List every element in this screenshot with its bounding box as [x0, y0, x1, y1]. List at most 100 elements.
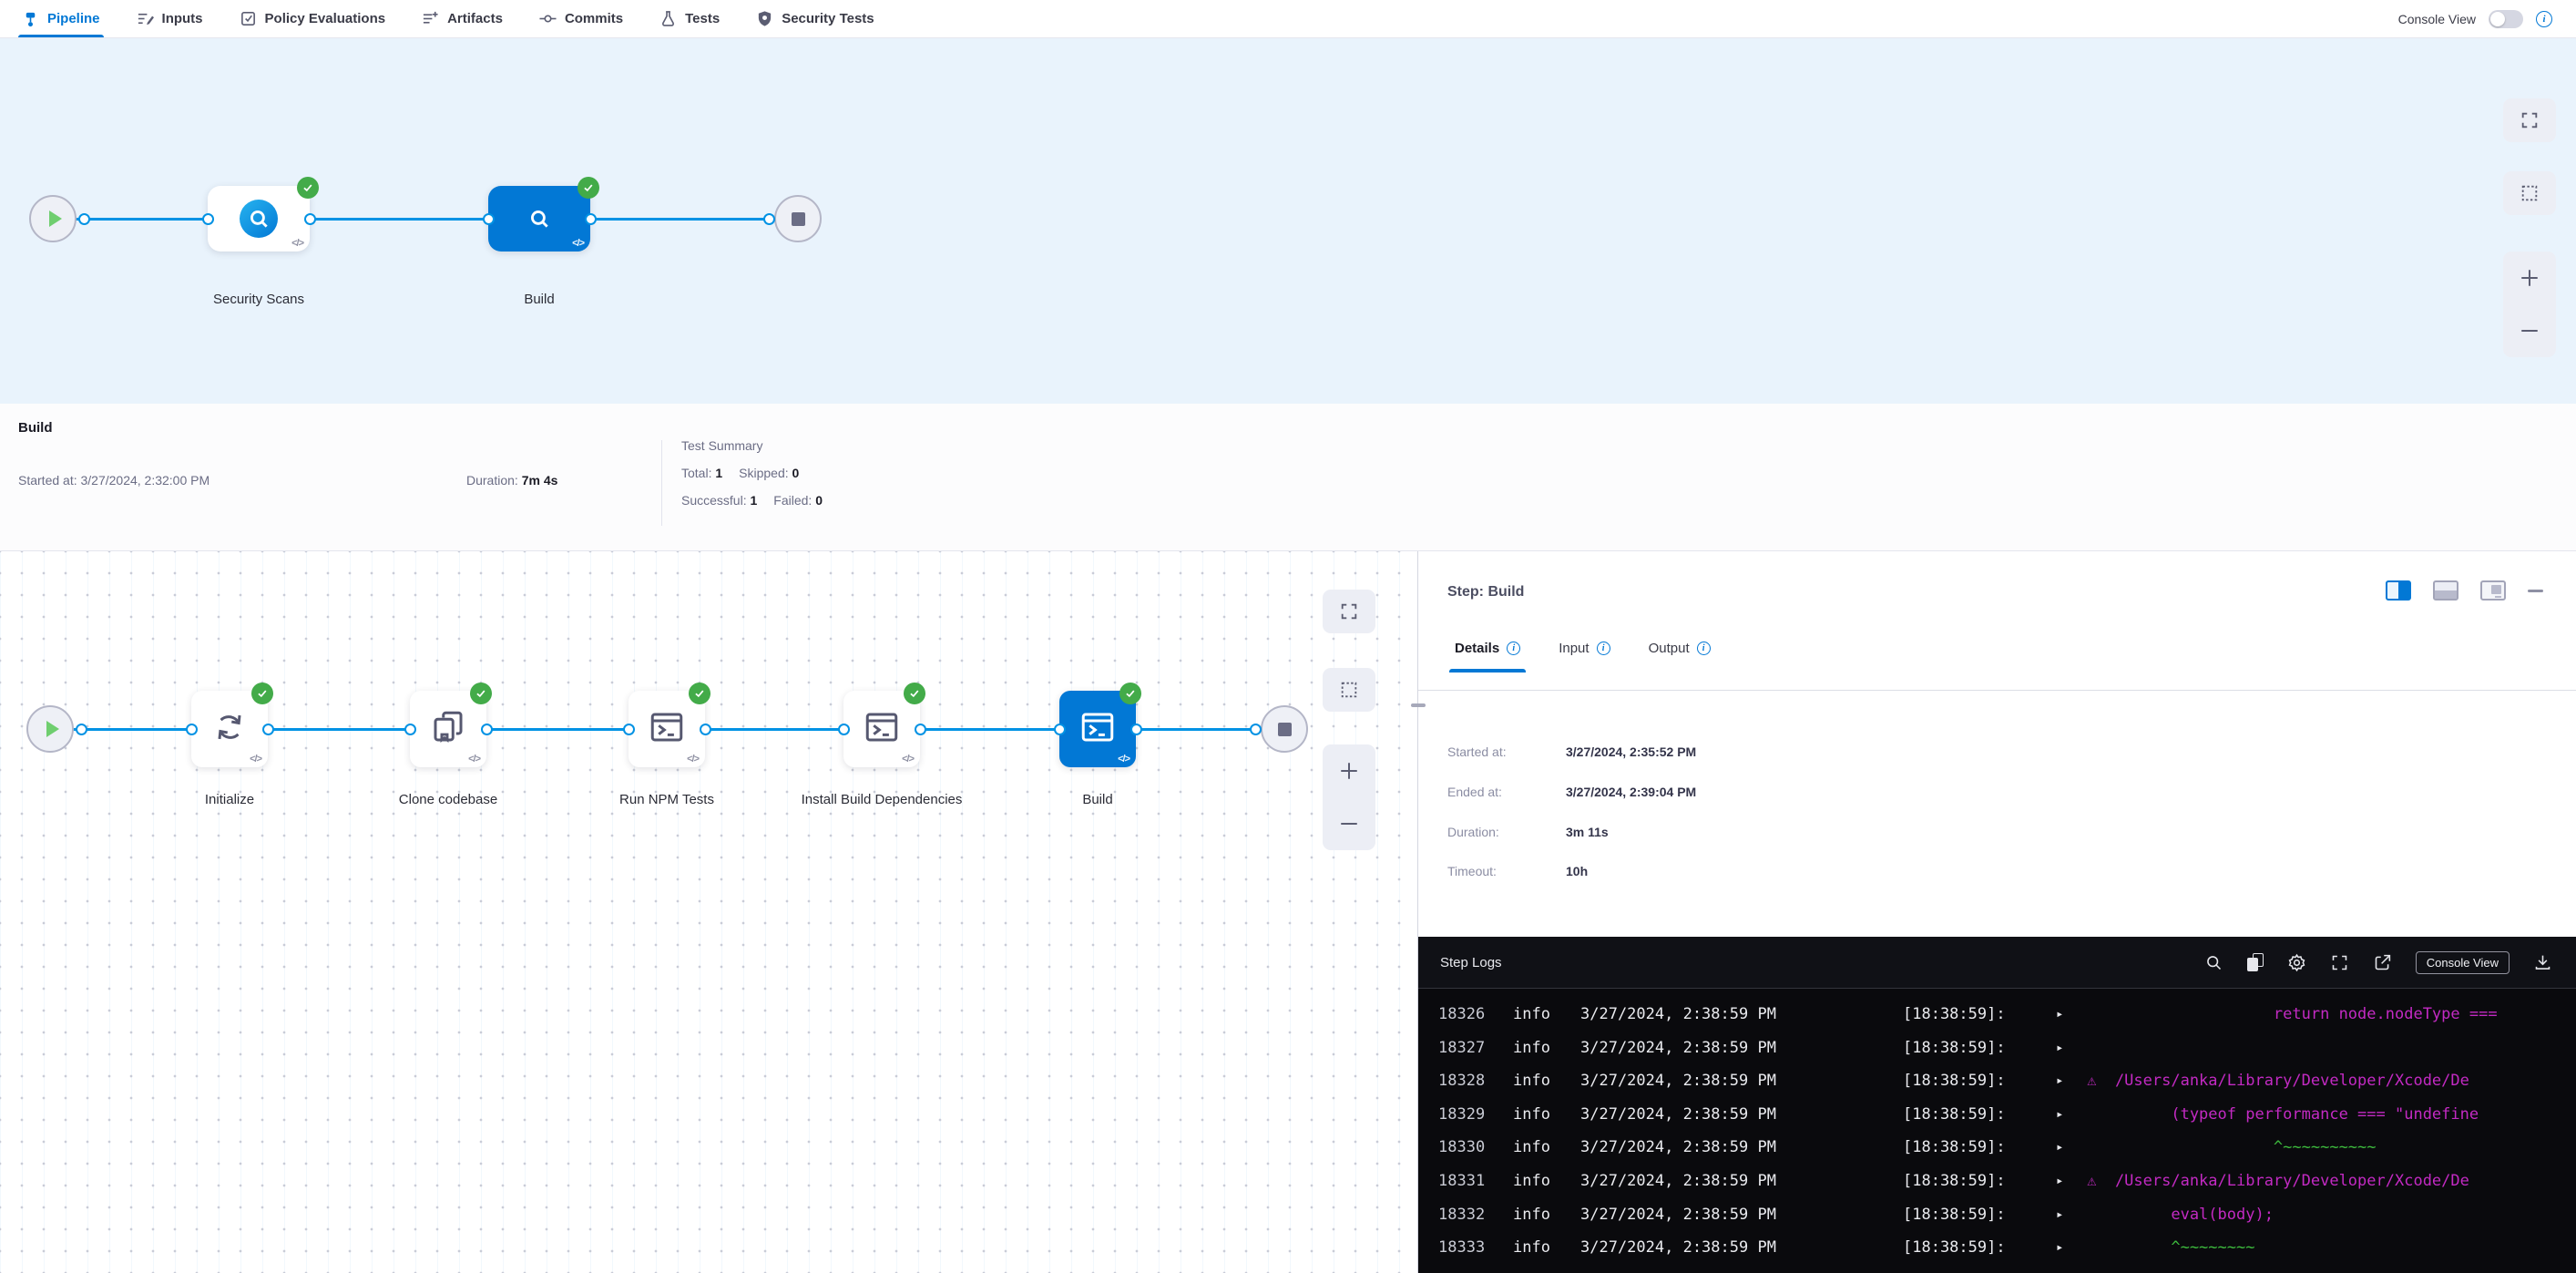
connector-dot: [763, 213, 775, 225]
log-date: 3/27/2024, 2:38:59 PM: [1580, 1231, 1903, 1265]
terminal-icon: [863, 708, 901, 751]
log-timestamp: [18:38:59]:: [1903, 1098, 2056, 1132]
connector-dot: [838, 724, 850, 735]
log-row[interactable]: 18331info3/27/2024, 2:38:59 PM[18:38:59]…: [1438, 1165, 2576, 1198]
log-row[interactable]: 18330info3/27/2024, 2:38:59 PM[18:38:59]…: [1438, 1131, 2576, 1165]
canvas-fullscreen-button[interactable]: [2503, 98, 2556, 142]
zoom-in-button[interactable]: [2503, 252, 2556, 304]
log-timestamp: [18:38:59]:: [1903, 1231, 2056, 1265]
minimize-panel-icon[interactable]: [2528, 590, 2543, 592]
log-timestamp: [18:38:59]:: [1903, 998, 2056, 1032]
stage-card-build[interactable]: </>: [488, 186, 590, 252]
log-row[interactable]: 18329info3/27/2024, 2:38:59 PM[18:38:59]…: [1438, 1098, 2576, 1132]
log-row[interactable]: 18326info3/27/2024, 2:38:59 PM[18:38:59]…: [1438, 998, 2576, 1032]
console-view-button[interactable]: Console View: [2416, 951, 2510, 974]
step-label-build: Build: [997, 790, 1198, 809]
tab-policy-evaluations[interactable]: Policy Evaluations: [240, 0, 386, 37]
zoom-in-button[interactable]: [1323, 744, 1375, 797]
step-logs-body[interactable]: 18326info3/27/2024, 2:38:59 PM[18:38:59]…: [1418, 989, 2576, 1273]
log-date: 3/27/2024, 2:38:59 PM: [1580, 1098, 1903, 1132]
code-chip: </>: [291, 238, 303, 249]
expand-chevron-icon[interactable]: ▸: [2056, 998, 2078, 1032]
log-message: ⚠ /Users/anka/Library/Developer/Xcode/De: [2078, 1165, 2469, 1198]
info-icon[interactable]: i: [2536, 11, 2552, 27]
summary-divider: [661, 440, 662, 526]
open-external-icon[interactable]: [2373, 953, 2392, 972]
tab-label: Security Tests: [782, 11, 874, 26]
log-timestamp: [18:38:59]:: [1903, 1131, 2056, 1165]
log-timestamp: [18:38:59]:: [1903, 1064, 2056, 1098]
code-chip: </>: [1118, 754, 1130, 765]
zoom-out-button[interactable]: [1323, 797, 1375, 850]
stage-start-node[interactable]: [26, 705, 74, 753]
expand-chevron-icon[interactable]: ▸: [2056, 1198, 2078, 1232]
tab-security-tests[interactable]: Security Tests: [756, 0, 874, 37]
tab-artifacts[interactable]: Artifacts: [422, 0, 503, 37]
code-chip: </>: [468, 754, 480, 765]
detail-row-ended-at: Ended at:3/27/2024, 2:39:04 PM: [1447, 785, 1696, 799]
connector-dot: [1130, 724, 1142, 735]
stage-graph-canvas[interactable]: </> </> Security Scans Build: [0, 38, 2576, 404]
copy-icon[interactable]: [2247, 953, 2264, 971]
expand-chevron-icon[interactable]: ▸: [2056, 1231, 2078, 1265]
panel-resize-handle[interactable]: [1411, 703, 1426, 707]
fullscreen-icon[interactable]: [2330, 953, 2349, 972]
log-row[interactable]: 18332info3/27/2024, 2:38:59 PM[18:38:59]…: [1438, 1198, 2576, 1232]
expand-chevron-icon[interactable]: ▸: [2056, 1032, 2078, 1065]
expand-chevron-icon[interactable]: ▸: [2056, 1064, 2078, 1098]
success-badge: [251, 683, 273, 704]
info-icon[interactable]: i: [1507, 642, 1520, 655]
log-row[interactable]: 18327info3/27/2024, 2:38:59 PM[18:38:59]…: [1438, 1032, 2576, 1065]
connector-dot: [78, 213, 90, 225]
log-row[interactable]: 18328info3/27/2024, 2:38:59 PM[18:38:59]…: [1438, 1064, 2576, 1098]
tab-label: Inputs: [162, 11, 203, 26]
tab-inputs[interactable]: Inputs: [137, 0, 203, 37]
settings-gear-icon[interactable]: [2287, 953, 2306, 972]
tab-pipeline[interactable]: Pipeline: [22, 0, 100, 37]
terminal-icon: [1078, 708, 1117, 751]
tab-tests[interactable]: Tests: [659, 0, 720, 37]
stage-label-security-scans: Security Scans: [158, 290, 359, 309]
tab-output[interactable]: Output i: [1649, 641, 1711, 672]
canvas-select-button[interactable]: [2503, 171, 2556, 215]
step-graph-canvas[interactable]: </> </> </>: [0, 551, 1417, 1273]
tab-details[interactable]: Details i: [1455, 641, 1520, 672]
log-date: 3/27/2024, 2:38:59 PM: [1580, 998, 1903, 1032]
download-icon[interactable]: [2533, 953, 2552, 972]
canvas-zoom-controls: [1323, 744, 1375, 850]
flask-icon: [659, 10, 677, 27]
success-badge: [1119, 683, 1141, 704]
pipeline-end-node[interactable]: [774, 195, 822, 242]
canvas-select-button[interactable]: [1323, 668, 1375, 712]
log-timestamp: [18:38:59]:: [1903, 1198, 2056, 1232]
canvas-fullscreen-button[interactable]: [1323, 590, 1375, 633]
step-panel-title: Step: Build: [1447, 584, 1524, 601]
tab-commits[interactable]: Commits: [539, 0, 623, 37]
toggle-knob: [2490, 12, 2505, 26]
expand-chevron-icon[interactable]: ▸: [2056, 1131, 2078, 1165]
log-row[interactable]: 18333info3/27/2024, 2:38:59 PM[18:38:59]…: [1438, 1231, 2576, 1265]
detail-row-duration: Duration:3m 11s: [1447, 825, 1609, 839]
layout-floating-panel-icon[interactable]: [2480, 580, 2506, 601]
inputs-icon: [137, 10, 154, 27]
expand-chevron-icon[interactable]: ▸: [2056, 1165, 2078, 1198]
stage-card-security-scans[interactable]: </>: [208, 186, 310, 252]
lower-section: </> </> </>: [0, 551, 2576, 1273]
pipeline-start-node[interactable]: [29, 195, 77, 242]
stage-end-node[interactable]: [1261, 705, 1308, 753]
console-view-toggle[interactable]: [2489, 10, 2523, 28]
log-level: info: [1513, 998, 1580, 1032]
search-icon[interactable]: [2204, 953, 2223, 972]
stop-icon: [792, 212, 805, 226]
log-level: info: [1513, 1131, 1580, 1165]
layout-bottom-panel-icon[interactable]: [2433, 580, 2458, 601]
log-actions: Console View: [2204, 951, 2552, 974]
info-icon[interactable]: i: [1597, 642, 1610, 655]
layout-right-panel-icon[interactable]: [2386, 580, 2411, 601]
top-nav: Pipeline Inputs Policy Evaluations Artif…: [0, 0, 2576, 38]
info-icon[interactable]: i: [1697, 642, 1711, 655]
tab-input[interactable]: Input i: [1559, 641, 1610, 672]
test-summary-line1: Total: 1Skipped: 0: [681, 466, 799, 480]
expand-chevron-icon[interactable]: ▸: [2056, 1098, 2078, 1132]
zoom-out-button[interactable]: [2503, 304, 2556, 357]
